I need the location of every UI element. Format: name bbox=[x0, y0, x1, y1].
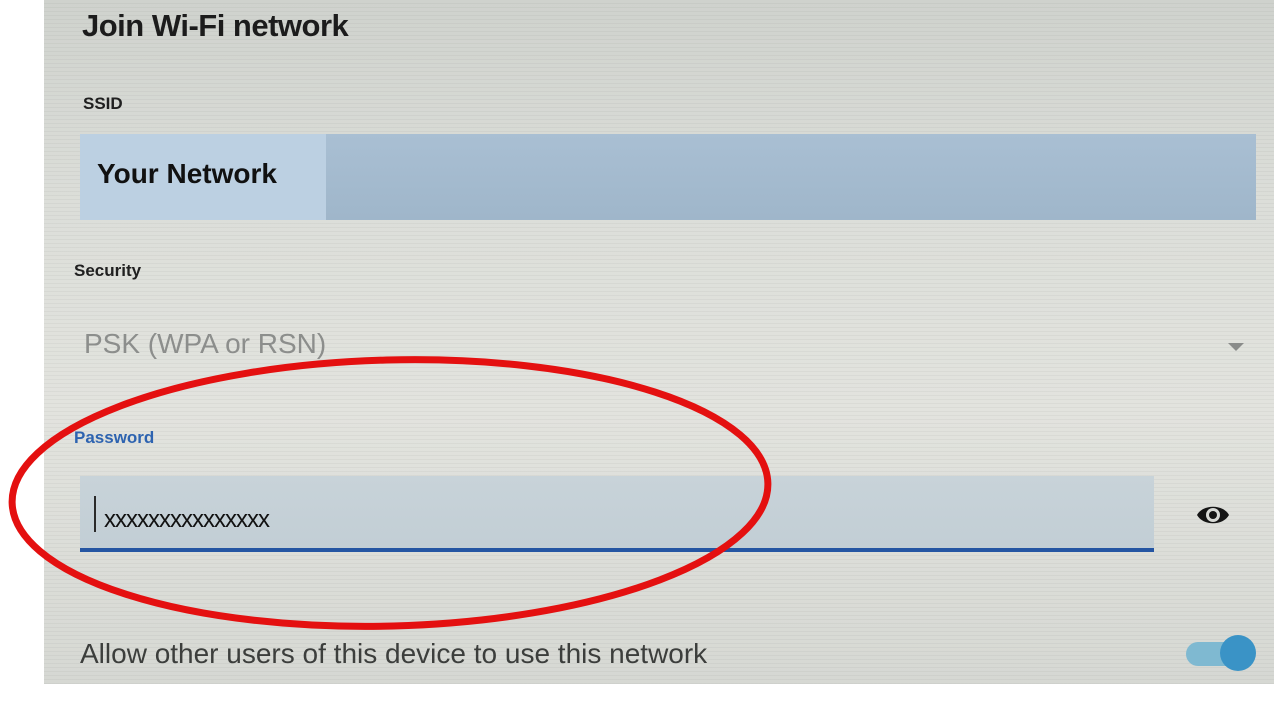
text-cursor bbox=[94, 496, 96, 532]
eye-icon[interactable] bbox=[1194, 496, 1232, 534]
wifi-dialog: Join Wi-Fi network SSID Your Network Sec… bbox=[44, 0, 1274, 684]
ssid-field[interactable]: Your Network bbox=[80, 134, 1256, 220]
ssid-value: Your Network bbox=[97, 158, 277, 189]
security-selected-value: PSK (WPA or RSN) bbox=[84, 328, 327, 359]
security-dropdown[interactable]: PSK (WPA or RSN) bbox=[80, 318, 1256, 374]
password-value: xxxxxxxxxxxxxxx bbox=[104, 506, 270, 533]
ssid-label: SSID bbox=[83, 94, 123, 113]
dialog-title: Join Wi-Fi network bbox=[82, 8, 349, 43]
password-field[interactable]: xxxxxxxxxxxxxxx bbox=[80, 476, 1154, 552]
security-label: Security bbox=[74, 261, 142, 280]
toggle-thumb bbox=[1220, 635, 1256, 671]
allow-other-users-toggle[interactable] bbox=[1186, 634, 1256, 672]
password-label: Password bbox=[74, 428, 155, 447]
allow-other-users-label: Allow other users of this device to use … bbox=[80, 638, 708, 669]
dropdown-arrow-icon bbox=[1228, 343, 1244, 351]
